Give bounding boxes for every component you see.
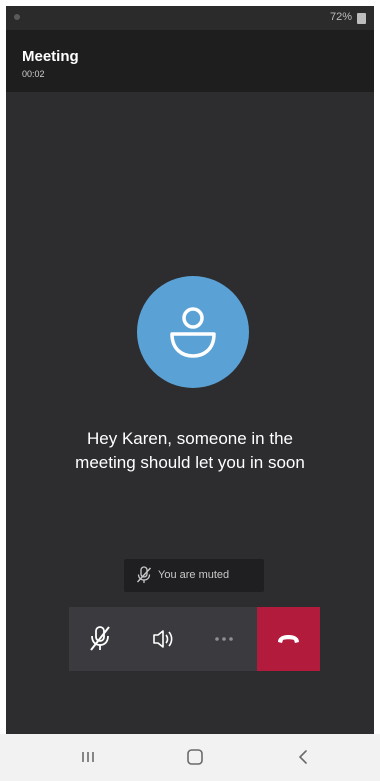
person-icon — [170, 307, 216, 358]
call-screen: 72% Meeting 00:02 Hey Karen, someone in … — [6, 6, 374, 734]
home-button[interactable] — [180, 744, 210, 770]
lobby-message-line2: meeting should let you in soon — [75, 453, 305, 472]
notification-icon — [14, 14, 20, 20]
more-options-button[interactable] — [193, 607, 255, 671]
battery-level: 72% — [329, 11, 352, 23]
hang-up-button[interactable] — [257, 607, 320, 671]
page-title: Meeting — [22, 48, 79, 65]
mic-off-icon — [136, 566, 152, 587]
status-bar: 72% — [6, 6, 374, 30]
lobby-message: Hey Karen, someone in the meeting should… — [20, 427, 360, 475]
avatar — [137, 276, 249, 388]
speaker-button[interactable] — [131, 607, 193, 671]
home-icon — [187, 749, 203, 765]
recent-apps-icon — [82, 752, 94, 762]
more-options-icon — [215, 637, 233, 641]
mute-button[interactable] — [69, 607, 131, 671]
recent-apps-button[interactable] — [73, 744, 103, 770]
system-nav-bar — [0, 734, 380, 781]
app-header: Meeting 00:02 — [6, 30, 374, 92]
mic-off-icon — [90, 626, 110, 651]
hang-up-icon — [278, 635, 299, 643]
call-timer: 00:02 — [22, 69, 45, 79]
back-icon — [299, 750, 307, 764]
call-controls — [69, 607, 320, 671]
back-button[interactable] — [288, 744, 318, 770]
muted-toast-text: You are muted — [158, 569, 230, 581]
muted-toast: You are muted — [124, 559, 264, 592]
battery-icon — [357, 13, 366, 24]
speaker-icon — [153, 630, 173, 648]
lobby-message-line1: Hey Karen, someone in the — [86, 429, 293, 448]
